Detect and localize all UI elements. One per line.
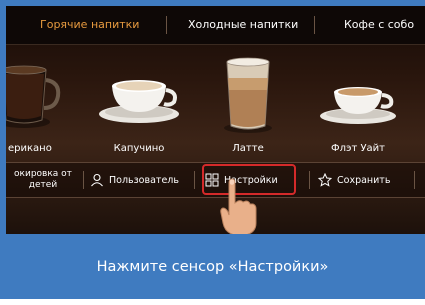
- bottom-margin: [0, 299, 425, 305]
- drinks-row: ерикано Капучино Латте Флэт Уайт: [6, 48, 425, 160]
- drink-americano[interactable]: ерикано: [6, 48, 76, 160]
- toolbar-divider: [83, 171, 84, 189]
- tab-coffee-to-go[interactable]: Кофе с собо: [344, 6, 414, 44]
- tab-hot-drinks[interactable]: Горячие напитки: [40, 6, 139, 44]
- cappuccino-cup-icon: [99, 80, 179, 123]
- tab-divider: [314, 16, 315, 34]
- flat-white-cup-icon: [320, 87, 396, 124]
- drink-label: Латте: [232, 143, 264, 154]
- star-icon: [318, 173, 332, 187]
- user-button[interactable]: Пользователь: [90, 163, 179, 197]
- category-tabs: Горячие напитки Холодные напитки Кофе с …: [6, 6, 425, 45]
- toolbar-divider: [194, 171, 195, 189]
- instruction-caption: Нажмите сенсор «Настройки»: [96, 258, 329, 275]
- save-label: Сохранить: [337, 174, 391, 186]
- drink-cappuccino[interactable]: Капучино: [84, 48, 194, 160]
- drink-flat-white[interactable]: Флэт Уайт: [303, 48, 413, 160]
- instruction-frame: Горячие напитки Холодные напитки Кофе с …: [0, 0, 425, 305]
- user-label: Пользователь: [109, 174, 179, 186]
- toolbar-divider: [309, 171, 310, 189]
- coffee-machine-screen: Горячие напитки Холодные напитки Кофе с …: [6, 6, 425, 234]
- latte-glass-icon: [224, 57, 272, 133]
- drink-label: Капучино: [113, 143, 165, 154]
- drink-label: Флэт Уайт: [330, 143, 386, 154]
- drink-latte[interactable]: Латте: [193, 48, 303, 160]
- americano-glass-icon: [6, 65, 61, 128]
- tab-cold-drinks[interactable]: Холодные напитки: [188, 6, 298, 44]
- child-lock-button[interactable]: окировка от детей: [6, 163, 80, 197]
- pointing-hand-icon: [220, 178, 257, 234]
- child-lock-label: окировка от детей: [14, 169, 72, 190]
- user-icon: [91, 173, 103, 187]
- save-button[interactable]: Сохранить: [318, 163, 390, 197]
- tab-divider: [166, 16, 167, 34]
- toolbar-divider: [414, 171, 415, 189]
